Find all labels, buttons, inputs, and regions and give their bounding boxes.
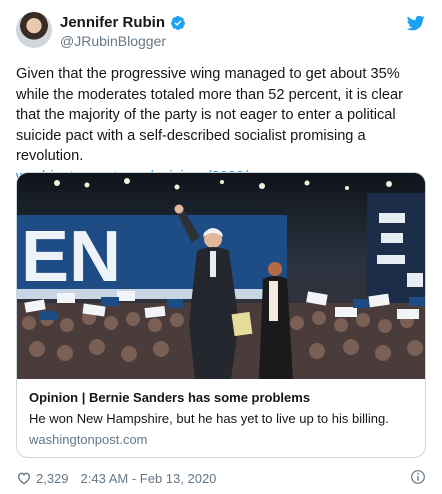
card-image[interactable]: EN <box>17 173 425 379</box>
card-description: He won New Hampshire, but he has yet to … <box>29 411 389 426</box>
card-body: Opinion | Bernie Sanders has some proble… <box>29 389 415 449</box>
banner-text: EN <box>21 217 121 297</box>
card-domain[interactable]: washingtonpost.com <box>29 431 415 449</box>
tweet-header: Jennifer Rubin @JRubinBlogger <box>16 12 426 52</box>
info-icon[interactable] <box>410 469 426 485</box>
author-name-row[interactable]: Jennifer Rubin <box>60 14 186 31</box>
timestamp[interactable]: 2:43 AM - Feb 13, 2020 <box>81 471 217 486</box>
like-count[interactable]: 2,329 <box>36 471 69 486</box>
tweet-text: Given that the progressive wing managed … <box>16 66 403 164</box>
tweet-body: Given that the progressive wing managed … <box>16 64 428 187</box>
link-preview-card[interactable]: EN Opinion | Bernie Sanders has some pro… <box>16 172 426 458</box>
heart-icon[interactable] <box>16 470 32 486</box>
tweet-footer: 2,329 2:43 AM - Feb 13, 2020 <box>16 468 428 488</box>
author-handle[interactable]: @JRubinBlogger <box>60 33 166 49</box>
verified-badge-icon <box>171 15 186 30</box>
rally-photo: EN <box>17 173 425 379</box>
author-name[interactable]: Jennifer Rubin <box>60 14 165 31</box>
twitter-bird-icon[interactable] <box>406 14 426 32</box>
avatar[interactable] <box>16 12 52 48</box>
card-title[interactable]: Opinion | Bernie Sanders has some proble… <box>29 389 415 407</box>
